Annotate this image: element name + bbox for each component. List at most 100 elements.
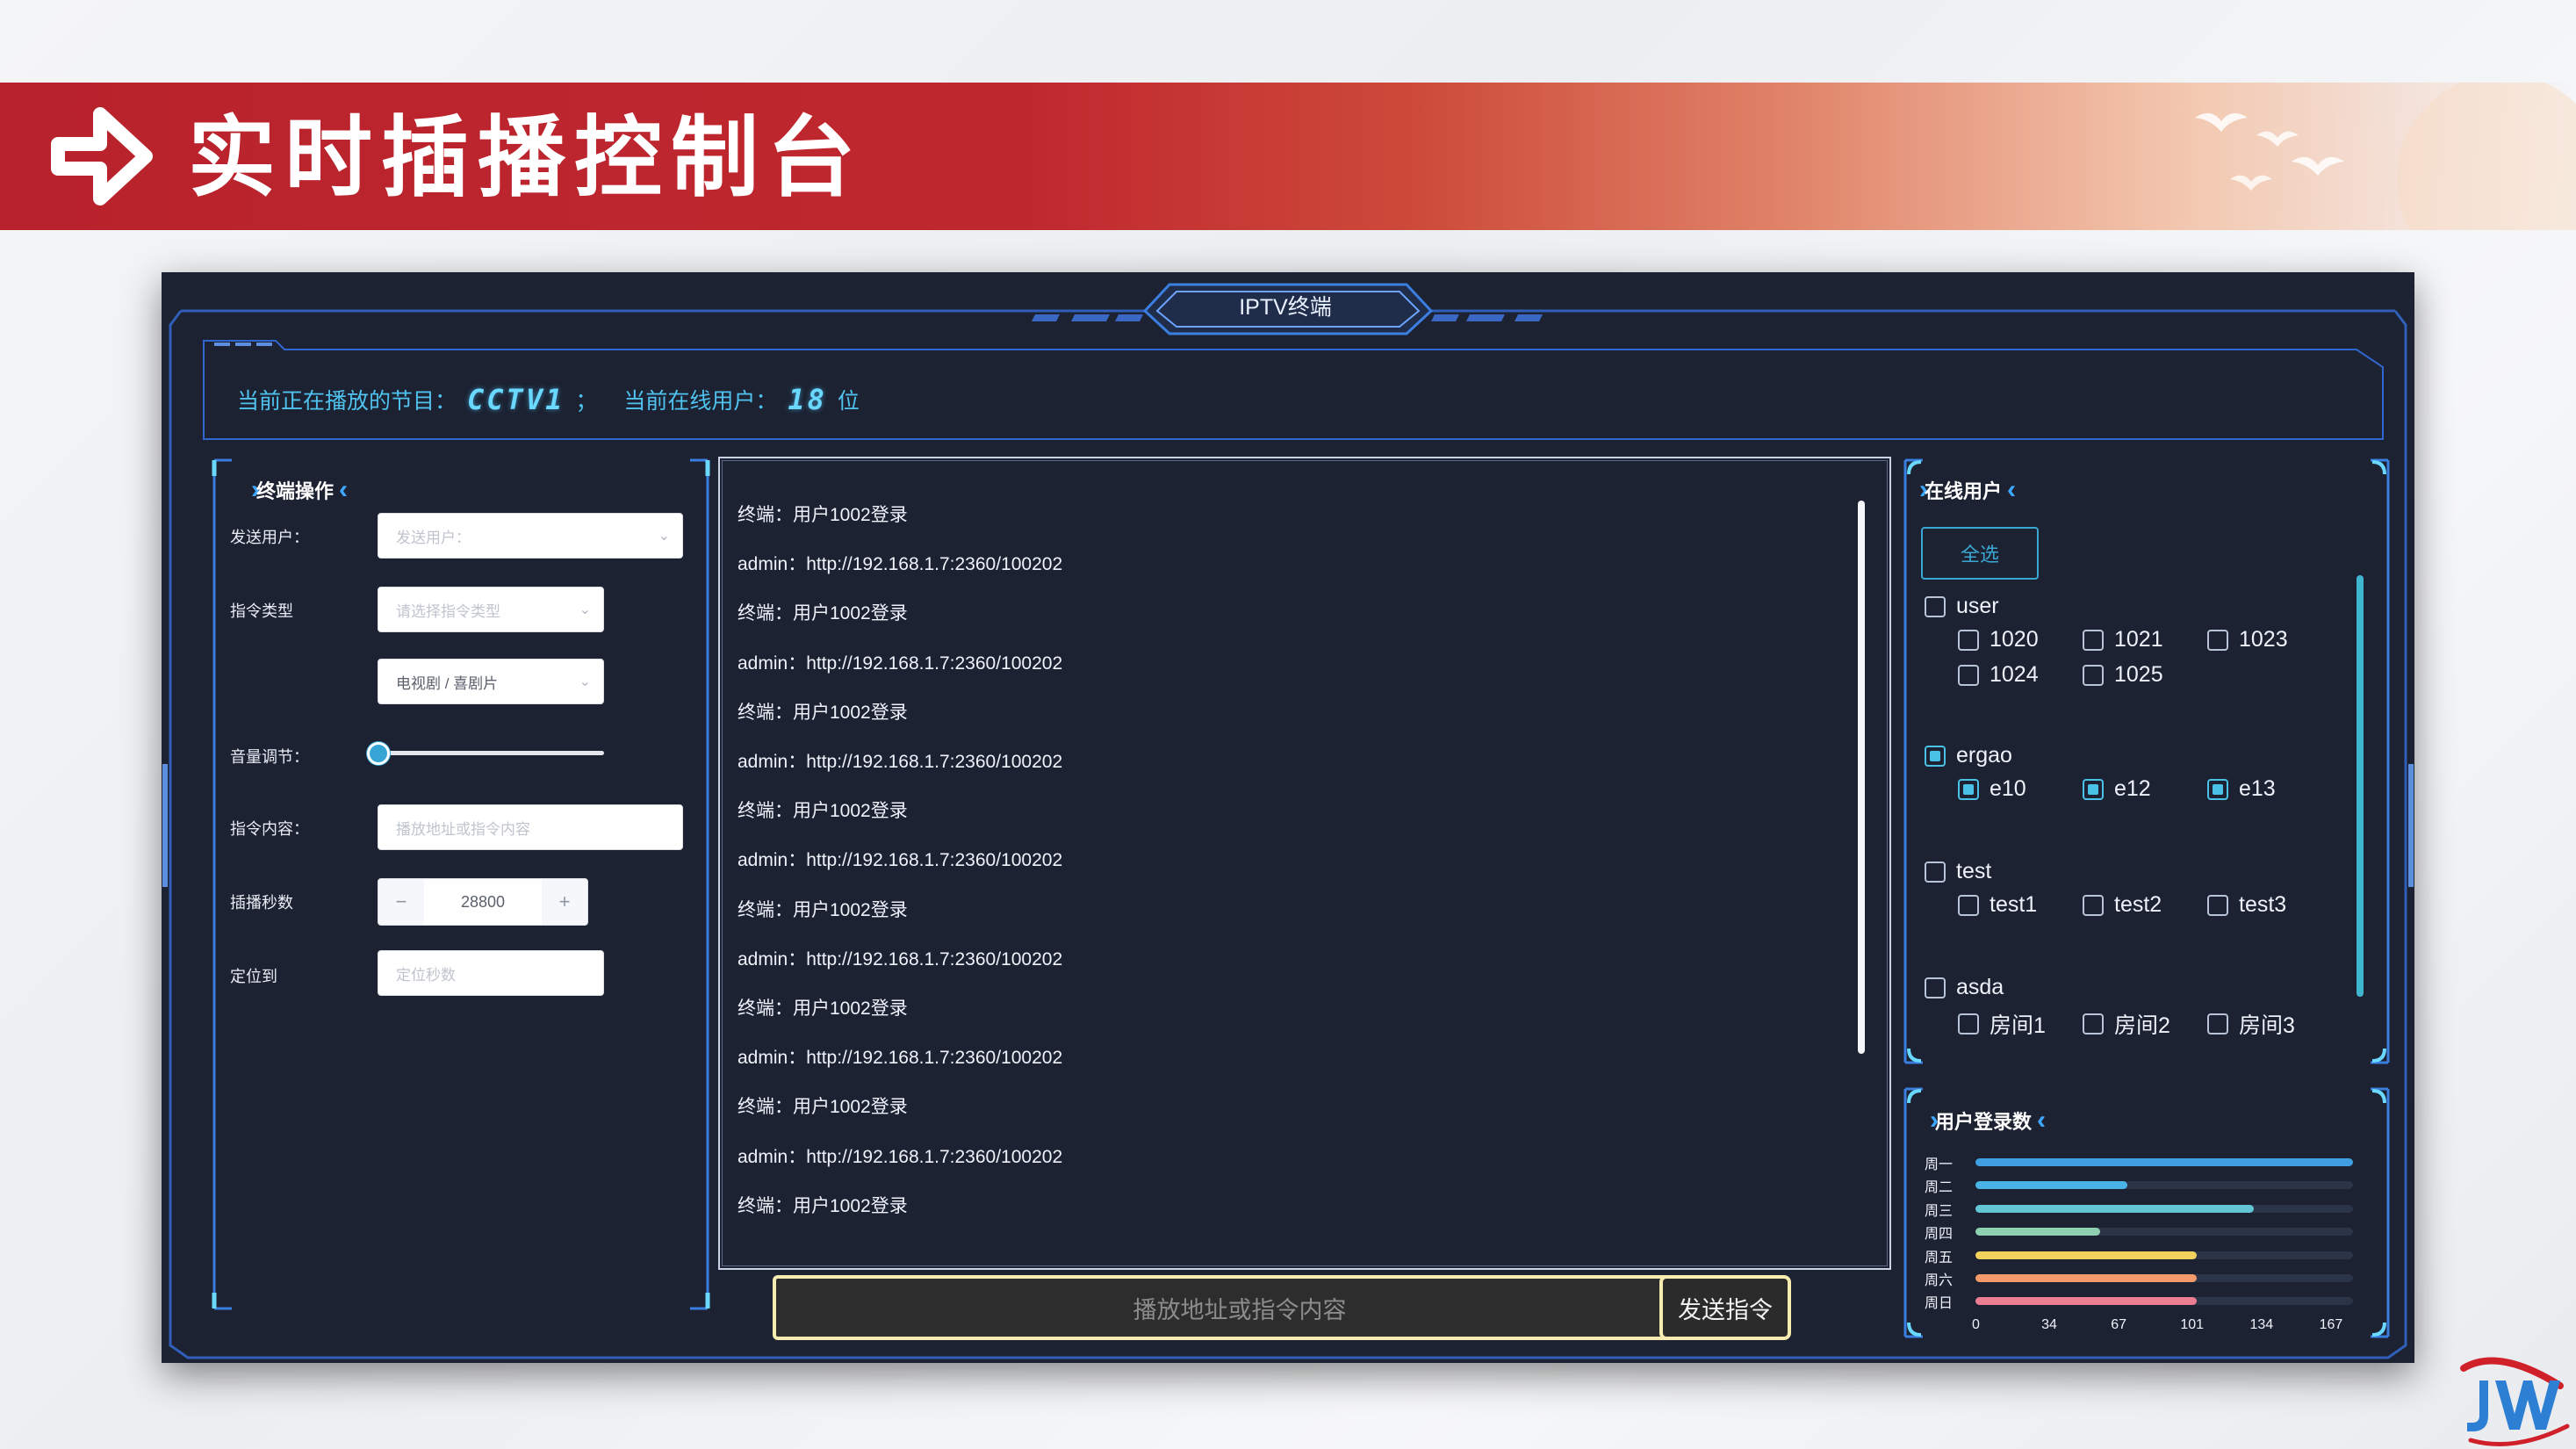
user-label: e12 xyxy=(2114,776,2151,801)
user-label: 1024 xyxy=(1990,662,2039,687)
x-axis-tick-label: 167 xyxy=(2319,1316,2343,1332)
send-command-button[interactable]: 发送指令 xyxy=(1659,1275,1791,1340)
select-all-button[interactable]: 全选 xyxy=(1921,527,2039,580)
user-checkbox-房间3[interactable]: 房间3 xyxy=(2207,1008,2295,1040)
bar-周四 xyxy=(1975,1228,2100,1236)
checkbox[interactable] xyxy=(2207,1013,2228,1034)
checkbox[interactable] xyxy=(2083,894,2104,916)
user-group-asda[interactable]: asda xyxy=(1925,975,2004,1000)
bar-track xyxy=(1975,1228,2353,1236)
bar-track xyxy=(1975,1274,2353,1282)
command-input[interactable]: 播放地址或指令内容 xyxy=(773,1275,1707,1340)
cmd-content-input[interactable]: 播放地址或指令内容 xyxy=(378,804,683,850)
login-chart-title: 用户登录数 xyxy=(1935,1111,2033,1133)
volume-label: 音量调节： xyxy=(230,748,309,766)
cmd-content-placeholder: 播放地址或指令内容 xyxy=(396,820,530,838)
checkbox[interactable] xyxy=(2207,629,2228,651)
users-scrollbar[interactable] xyxy=(2357,575,2364,997)
checkbox[interactable] xyxy=(2207,778,2228,800)
current-program-value: CCTV1 xyxy=(467,383,565,416)
insert-seconds-value[interactable]: 28800 xyxy=(424,879,542,925)
x-axis-tick-label: 134 xyxy=(2249,1316,2274,1332)
user-checkbox-1025[interactable]: 1025 xyxy=(2083,662,2163,688)
user-checkbox-test2[interactable]: test2 xyxy=(2083,892,2162,918)
checkbox[interactable] xyxy=(1925,977,1946,998)
insert-seconds-stepper[interactable]: − 28800 + xyxy=(378,878,588,926)
user-checkbox-test3[interactable]: test3 xyxy=(2207,892,2286,918)
user-group-ergao[interactable]: ergao xyxy=(1925,743,2012,768)
online-users-heading: ›› 在线用户 ‹‹ xyxy=(1919,476,2016,504)
user-checkbox-e12[interactable]: e12 xyxy=(2083,776,2151,802)
checkbox[interactable] xyxy=(2083,778,2104,800)
checkbox[interactable] xyxy=(1925,745,1946,767)
user-checkbox-1024[interactable]: 1024 xyxy=(1958,662,2039,688)
chevron-down-icon: ⌄ xyxy=(579,674,591,689)
slide-title: 实时插播控制台 xyxy=(188,105,864,209)
user-checkbox-test1[interactable]: test1 xyxy=(1958,892,2037,918)
bar-周六 xyxy=(1975,1274,2198,1282)
user-checkbox-1020[interactable]: 1020 xyxy=(1958,627,2039,652)
user-group-label: test xyxy=(1956,859,1992,883)
current-program-label: 当前正在播放的节目： xyxy=(237,389,457,414)
user-checkbox-房间1[interactable]: 房间1 xyxy=(1958,1008,2046,1040)
bar-周一 xyxy=(1975,1158,2353,1166)
checkbox[interactable] xyxy=(1925,861,1946,883)
doves-decoration-icon xyxy=(2195,83,2576,230)
user-label: 1025 xyxy=(2114,662,2163,687)
checkbox[interactable] xyxy=(2083,664,2104,686)
online-users-count: 18 xyxy=(788,383,827,416)
checkbox[interactable] xyxy=(1925,595,1946,617)
checkbox[interactable] xyxy=(1958,1013,1979,1034)
user-label: 1020 xyxy=(1990,627,2039,652)
x-axis-tick-label: 101 xyxy=(2180,1316,2205,1332)
cmd-subtype-select[interactable]: 电视剧 / 喜剧片 ⌄ xyxy=(378,659,604,704)
x-axis-tick-label: 0 xyxy=(1972,1316,1980,1332)
checkbox[interactable] xyxy=(1958,629,1979,651)
increment-button[interactable]: + xyxy=(542,879,587,925)
user-group-test[interactable]: test xyxy=(1925,859,1991,884)
send-user-placeholder: 发送用户： xyxy=(396,529,471,546)
online-users-label: 当前在线用户： xyxy=(623,389,778,414)
bar-周五 xyxy=(1975,1251,2198,1259)
cmd-subtype-value: 电视剧 / 喜剧片 xyxy=(396,674,499,692)
chevron-down-icon: ⌄ xyxy=(658,529,670,544)
log-scrollbar[interactable] xyxy=(1858,501,1865,1054)
checkbox[interactable] xyxy=(1958,894,1979,916)
bar-track xyxy=(1975,1251,2353,1259)
user-label: 1023 xyxy=(2239,627,2288,652)
volume-slider-track[interactable] xyxy=(378,751,604,755)
bar-category-label: 周二 xyxy=(1925,1180,1954,1196)
user-group-user[interactable]: user xyxy=(1925,594,1999,619)
bar-category-label: 周四 xyxy=(1925,1227,1954,1243)
decrement-button[interactable]: − xyxy=(378,879,424,925)
cmd-type-select[interactable]: 请选择指令类型 ⌄ xyxy=(378,587,604,632)
online-users-unit: 位 xyxy=(837,389,860,414)
checkbox[interactable] xyxy=(2083,1013,2104,1034)
bar-track xyxy=(1975,1158,2353,1166)
user-checkbox-e13[interactable]: e13 xyxy=(2207,776,2276,802)
user-group-label: asda xyxy=(1956,975,2004,999)
bar-周日 xyxy=(1975,1297,2198,1306)
user-checkbox-1023[interactable]: 1023 xyxy=(2207,627,2288,652)
user-group-label: user xyxy=(1956,594,1999,618)
cmd-type-label: 指令类型 xyxy=(230,602,293,620)
window-title: IPTV终端 xyxy=(1239,295,1332,320)
seek-seconds-input[interactable]: 定位秒数 xyxy=(378,950,604,996)
log-entry: 终端：用户1002登录 xyxy=(738,801,908,822)
user-checkbox-房间2[interactable]: 房间2 xyxy=(2083,1008,2170,1040)
user-checkbox-1021[interactable]: 1021 xyxy=(2083,627,2163,652)
bar-周二 xyxy=(1975,1181,2127,1190)
checkbox[interactable] xyxy=(2083,629,2104,651)
checkbox[interactable] xyxy=(1958,664,1979,686)
checkbox[interactable] xyxy=(1958,778,1979,800)
volume-slider-handle[interactable] xyxy=(367,742,390,765)
log-entry: admin：http://192.168.1.7:2360/100202 xyxy=(738,554,1063,575)
checkbox[interactable] xyxy=(2207,894,2228,916)
send-user-select[interactable]: 发送用户： ⌄ xyxy=(378,513,683,559)
log-entry: 终端：用户1002登录 xyxy=(738,702,908,723)
chevron-down-icon: ⌄ xyxy=(579,602,591,617)
terminal-ops-title: 终端操作 xyxy=(256,480,335,502)
user-checkbox-e10[interactable]: e10 xyxy=(1958,776,2026,802)
user-label: 房间3 xyxy=(2239,1013,2295,1038)
log-entry: admin：http://192.168.1.7:2360/100202 xyxy=(738,752,1063,772)
